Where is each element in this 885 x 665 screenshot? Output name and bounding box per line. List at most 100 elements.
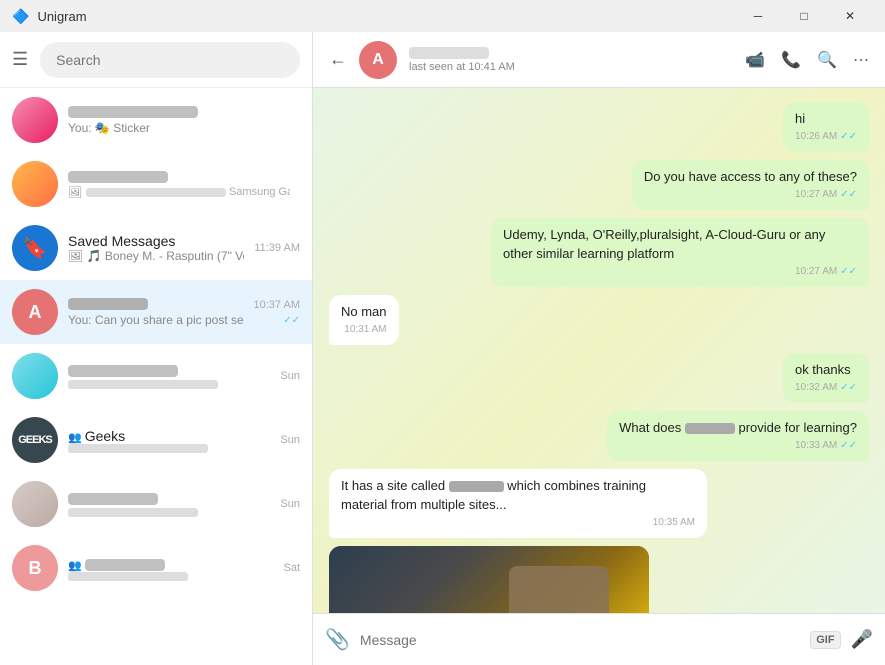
- chat-header: ← A last seen at 10:41 AM 📹 📞 🔍 ⋯: [313, 32, 885, 88]
- chat-preview: [68, 380, 270, 389]
- chat-item[interactable]: 🖼 Samsung Galaxy M32 with 90Hz...: [0, 152, 312, 216]
- chat-meta: Sat: [283, 562, 300, 574]
- read-check-icon: ✓✓: [840, 188, 857, 202]
- chat-preview: [68, 508, 270, 517]
- chat-time: 10:37 AM: [254, 299, 300, 311]
- chat-meta: 10:37 AM ✓✓: [254, 299, 300, 326]
- gif-bubble: GIF 10:35 AM ✓✓: [329, 546, 649, 613]
- video-call-button[interactable]: 📹: [745, 50, 765, 70]
- close-button[interactable]: ✕: [827, 0, 873, 32]
- message-text: Do you have access to any of these?: [644, 168, 857, 186]
- chat-area: ← A last seen at 10:41 AM 📹 📞 🔍 ⋯ hi 10:…: [313, 32, 885, 665]
- message-meta: 10:27 AM ✓✓: [644, 188, 857, 202]
- chat-time: Sun: [280, 434, 300, 446]
- menu-icon[interactable]: ☰: [12, 49, 28, 70]
- message-text: ok thanks: [795, 361, 857, 379]
- read-check-icon: ✓✓: [840, 381, 857, 395]
- chat-item[interactable]: GEEKS 👥Geeks Sun: [0, 408, 312, 472]
- avatar: 🔖: [12, 225, 58, 271]
- attach-button[interactable]: 📎: [325, 627, 350, 652]
- titlebar-left: 🔷 Unigram: [12, 8, 87, 25]
- chat-name: 👥Geeks: [68, 428, 270, 444]
- more-options-button[interactable]: ⋯: [853, 50, 869, 70]
- chat-time: Sun: [280, 498, 300, 510]
- voice-call-button[interactable]: 📞: [781, 50, 801, 70]
- search-button[interactable]: 🔍: [817, 50, 837, 70]
- chat-time: Sun: [280, 370, 300, 382]
- message-meta: 10:35 AM: [341, 516, 695, 530]
- chat-time: 11:39 AM: [254, 242, 300, 254]
- message-bubble: Udemy, Lynda, O'Reilly,pluralsight, A-Cl…: [491, 218, 869, 286]
- chat-item[interactable]: B 👥 Sat: [0, 536, 312, 600]
- back-button[interactable]: ←: [329, 49, 347, 70]
- chat-meta: Sun: [280, 498, 300, 510]
- app-title: Unigram: [37, 9, 86, 24]
- chat-preview: You: Can you share a pic post search?: [68, 313, 244, 327]
- sidebar-header: ☰: [0, 32, 312, 88]
- message-bubble: No man 10:31 AM: [329, 295, 399, 345]
- message-time: 10:32 AM: [795, 381, 837, 395]
- read-check-icon: ✓✓: [840, 265, 857, 279]
- message-meta: 10:31 AM: [341, 323, 387, 337]
- message-time: 10:27 AM: [795, 188, 837, 202]
- chat-item[interactable]: Sun: [0, 344, 312, 408]
- input-area: 📎 GIF 🎤: [313, 613, 885, 665]
- avatar: [12, 481, 58, 527]
- chat-item[interactable]: You: 🎭 Sticker: [0, 88, 312, 152]
- message-text: It has a site called which combines trai…: [341, 477, 695, 513]
- minimize-button[interactable]: ─: [735, 0, 781, 32]
- chat-list: You: 🎭 Sticker 🖼 Samsung Galaxy: [0, 88, 312, 665]
- titlebar: 🔷 Unigram ─ □ ✕: [0, 0, 885, 32]
- chat-time: Sat: [283, 562, 300, 574]
- chat-meta: Sun: [280, 434, 300, 446]
- contact-info: last seen at 10:41 AM: [409, 47, 733, 73]
- message-row: hi 10:26 AM ✓✓: [329, 102, 869, 152]
- message-row: ok thanks 10:32 AM ✓✓: [329, 353, 869, 403]
- chat-info: [68, 492, 270, 517]
- chat-name: Saved Messages: [68, 233, 244, 249]
- chat-item[interactable]: Sun: [0, 472, 312, 536]
- chat-preview: [68, 444, 270, 453]
- app-icon: 🔷: [12, 8, 29, 25]
- contact-name: [409, 47, 489, 59]
- chat-name: [68, 170, 290, 186]
- chat-item-active[interactable]: A You: Can you share a pic post search? …: [0, 280, 312, 344]
- message-meta: 10:26 AM ✓✓: [795, 130, 857, 144]
- chat-info: 👥Geeks: [68, 428, 270, 453]
- messages-area: hi 10:26 AM ✓✓ Do you have access to any…: [313, 88, 885, 613]
- message-time: 10:27 AM: [795, 265, 837, 279]
- titlebar-controls: ─ □ ✕: [735, 0, 873, 32]
- message-time: 10:26 AM: [795, 130, 837, 144]
- chat-info: Saved Messages 🖼 🎵 Boney M. - Rasputin (…: [68, 233, 244, 263]
- chat-name: [68, 297, 244, 313]
- chat-name: 👥: [68, 556, 273, 572]
- chat-item[interactable]: 🔖 Saved Messages 🖼 🎵 Boney M. - Rasputin…: [0, 216, 312, 280]
- search-input[interactable]: [40, 42, 300, 78]
- chat-preview: You: 🎭 Sticker: [68, 121, 290, 135]
- message-row: What does provide for learning? 10:33 AM…: [329, 411, 869, 461]
- chat-info: You: 🎭 Sticker: [68, 105, 290, 135]
- message-input[interactable]: [360, 632, 800, 648]
- microphone-button[interactable]: 🎤: [851, 629, 873, 650]
- message-text: No man: [341, 303, 387, 321]
- avatar: [12, 161, 58, 207]
- contact-avatar: A: [359, 41, 397, 79]
- chat-preview: 🖼 🎵 Boney M. - Rasputin (7" Ver...: [68, 249, 244, 263]
- message-row: Udemy, Lynda, O'Reilly,pluralsight, A-Cl…: [329, 218, 869, 286]
- message-bubble: Do you have access to any of these? 10:2…: [632, 160, 869, 210]
- message-text: What does provide for learning?: [619, 419, 857, 437]
- contact-status: last seen at 10:41 AM: [409, 61, 733, 73]
- message-meta: 10:33 AM ✓✓: [619, 439, 857, 453]
- gif-button[interactable]: GIF: [810, 631, 840, 649]
- message-bubble: What does provide for learning? 10:33 AM…: [607, 411, 869, 461]
- message-time: 10:35 AM: [653, 516, 695, 530]
- chat-info: 🖼 Samsung Galaxy M32 with 90Hz...: [68, 170, 290, 199]
- main-layout: ☰ You: 🎭 Sticker: [0, 32, 885, 665]
- message-row: Do you have access to any of these? 10:2…: [329, 160, 869, 210]
- maximize-button[interactable]: □: [781, 0, 827, 32]
- message-meta: 10:27 AM ✓✓: [503, 265, 857, 279]
- message-row: It has a site called which combines trai…: [329, 469, 869, 537]
- header-actions: 📹 📞 🔍 ⋯: [745, 50, 869, 70]
- chat-info: You: Can you share a pic post search?: [68, 297, 244, 327]
- chat-name: [68, 364, 270, 380]
